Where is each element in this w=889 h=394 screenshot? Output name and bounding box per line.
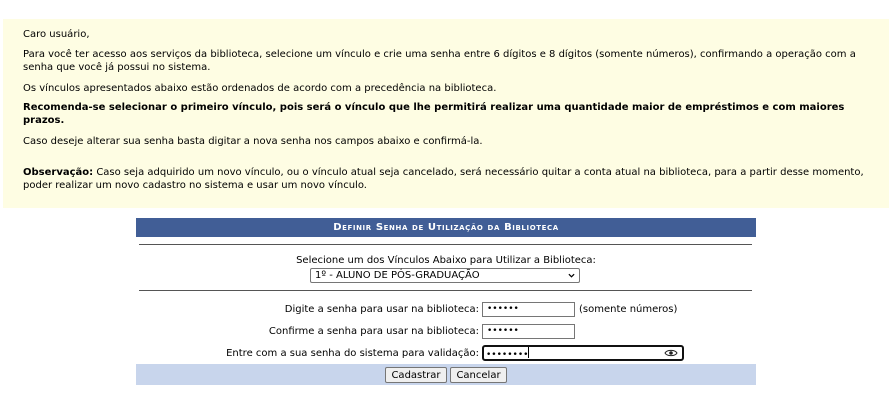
change-password-text: Caso deseje alterar sua senha basta digi… bbox=[23, 136, 483, 147]
intro-text: Para você ter acesso aos serviços da bib… bbox=[23, 49, 856, 73]
form-actions: Cadastrar Cancelar bbox=[136, 364, 756, 385]
password-label: Digite a senha para usar na biblioteca: bbox=[284, 304, 479, 315]
instructions-panel: Caro usuário, Para você ter acesso aos s… bbox=[3, 19, 889, 208]
vinculo-select[interactable]: 1º - ALUNO DE PÓS-GRADUAÇÃO bbox=[310, 268, 580, 283]
chevron-down-icon bbox=[568, 273, 575, 278]
system-password-input[interactable]: •••••••• bbox=[482, 345, 684, 361]
divider bbox=[139, 244, 752, 245]
order-text: Os vínculos apresentados abaixo estão or… bbox=[23, 83, 497, 94]
observation-label: Observação: bbox=[23, 167, 94, 178]
confirm-password-input[interactable]: •••••• bbox=[482, 324, 575, 339]
form-title: Definir Senha de Utilização da Bibliotec… bbox=[136, 218, 756, 237]
text-caret bbox=[528, 347, 530, 358]
greeting-text: Caro usuário, bbox=[23, 29, 90, 40]
observation-text: Observação: Caso seja adquirido um novo … bbox=[23, 166, 868, 192]
divider bbox=[139, 290, 752, 291]
save-button[interactable]: Cadastrar bbox=[385, 367, 447, 383]
confirm-password-label: Confirme a senha para usar na biblioteca… bbox=[268, 326, 479, 337]
system-password-value: •••••••• bbox=[486, 350, 529, 360]
password-hint: (somente números) bbox=[579, 304, 678, 315]
password-input[interactable]: •••••• bbox=[482, 302, 575, 317]
vinculo-selected-value: 1º - ALUNO DE PÓS-GRADUAÇÃO bbox=[315, 270, 480, 281]
library-password-form: Definir Senha de Utilização da Bibliotec… bbox=[136, 218, 756, 386]
eye-icon[interactable] bbox=[664, 348, 678, 358]
recommendation-text: Recomenda-se selecionar o primeiro víncu… bbox=[23, 102, 845, 126]
vinculo-label: Selecione um dos Vínculos Abaixo para Ut… bbox=[296, 255, 596, 266]
system-password-label: Entre com a sua senha do sistema para va… bbox=[226, 348, 479, 359]
cancel-button[interactable]: Cancelar bbox=[450, 367, 507, 383]
observation-body: Caso seja adquirido um novo vínculo, ou … bbox=[23, 167, 864, 191]
